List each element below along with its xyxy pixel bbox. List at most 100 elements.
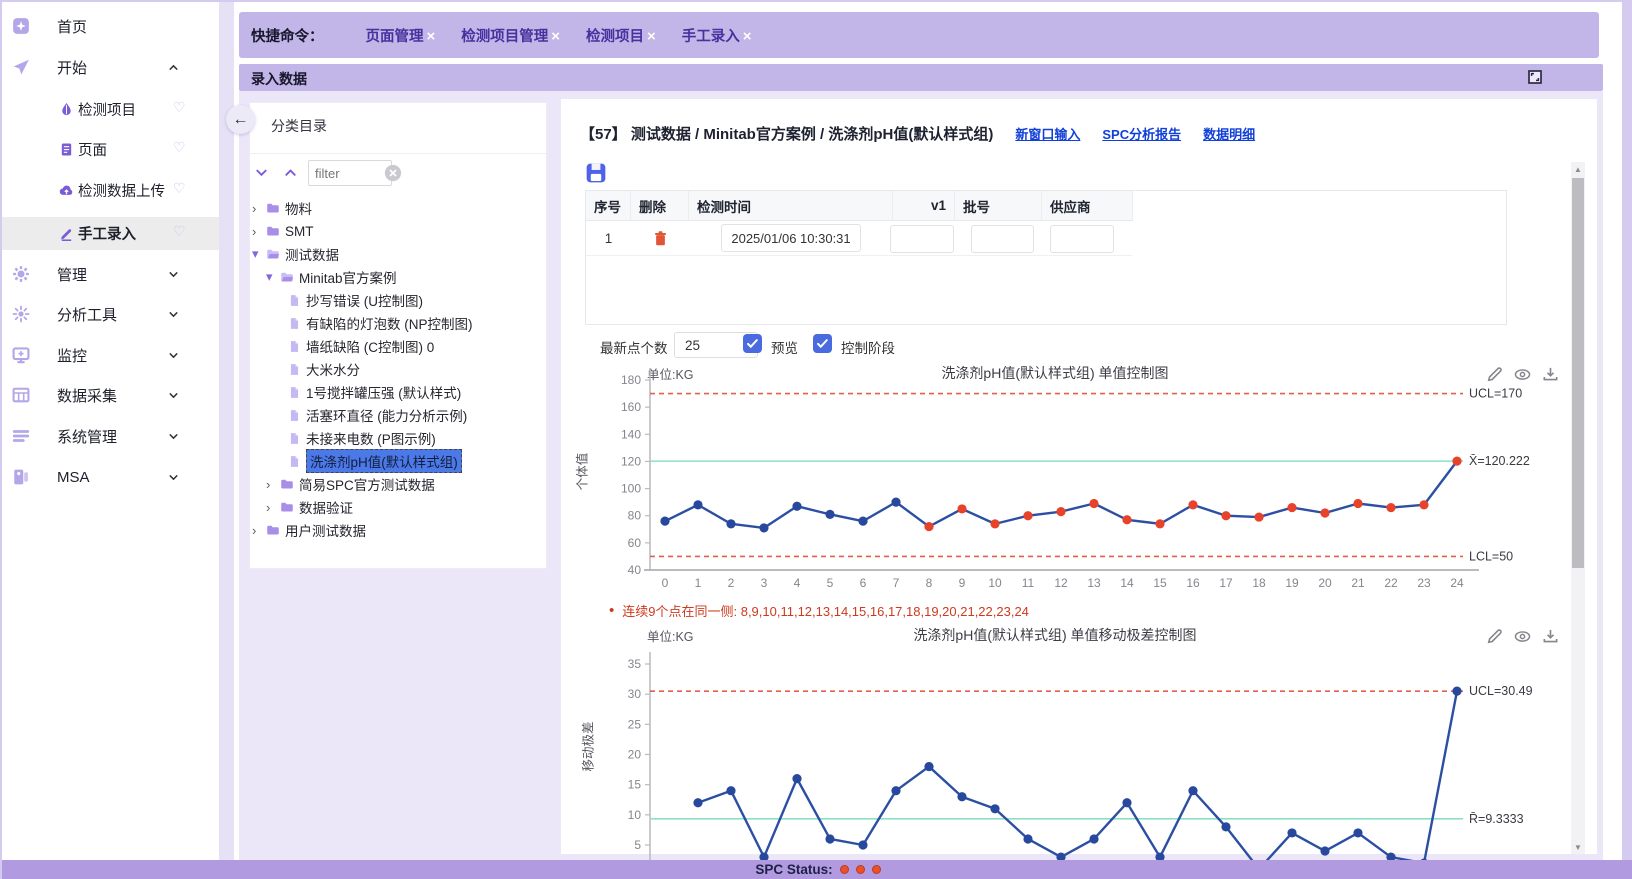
sidebar-item-6[interactable]: 手工录入♡ <box>2 217 219 250</box>
v1-input[interactable] <box>890 225 954 253</box>
tree-node-11[interactable]: 未接来电数 (P图示例) <box>249 427 436 449</box>
tree-node-10[interactable]: 活塞环直径 (能力分析示例) <box>249 404 467 426</box>
tree-node-13[interactable]: ›简易SPC官方测试数据 <box>249 473 435 495</box>
svg-text:20: 20 <box>628 748 642 762</box>
gear-icon <box>12 265 30 283</box>
tree-node-label: 大米水分 <box>306 359 360 379</box>
svg-text:20: 20 <box>1318 576 1332 590</box>
panel-title-bar: 录入数据 <box>239 64 1603 91</box>
caret-right-icon[interactable]: › <box>266 477 280 492</box>
caret-down-icon[interactable]: ▾ <box>266 269 280 285</box>
svg-text:4: 4 <box>794 576 801 590</box>
sidebar-item-12[interactable]: MSA <box>2 461 219 494</box>
svg-text:7: 7 <box>893 576 900 590</box>
close-tab-icon[interactable]: × <box>743 28 752 45</box>
tree-divider <box>250 153 546 154</box>
tree-node-5[interactable]: 抄写错误 (U控制图) <box>249 289 423 311</box>
svg-text:18: 18 <box>1252 576 1266 590</box>
quick-tab-1[interactable]: 页面管理× <box>366 25 436 46</box>
caret-down-icon[interactable]: ▾ <box>252 246 266 262</box>
preview-checkbox[interactable] <box>743 334 762 353</box>
collapse-tree-button[interactable]: ← <box>226 105 255 134</box>
folder-icon <box>280 500 294 514</box>
delete-row-icon[interactable] <box>652 230 669 247</box>
favorite-heart-icon[interactable]: ♡ <box>173 180 186 197</box>
vertical-scrollbar[interactable]: ▲ ▼ <box>1571 162 1585 854</box>
individuals-control-chart: 4060801001201401601800123456789101112131… <box>572 360 1532 600</box>
sidebar-item-1[interactable]: 首页 <box>2 10 219 43</box>
tree-filter-input[interactable] <box>308 160 392 186</box>
tree-node-4[interactable]: ▾ Minitab官方案例 <box>249 266 397 288</box>
latest-points-label: 最新点个数 <box>600 337 668 357</box>
favorite-heart-icon[interactable]: ♡ <box>173 223 186 240</box>
folder-icon <box>266 201 280 215</box>
download-chart-icon[interactable] <box>1542 366 1559 383</box>
tree-node-label: 用户测试数据 <box>285 520 366 540</box>
tree-node-label: 物料 <box>285 198 312 218</box>
scroll-down-arrow[interactable]: ▼ <box>1571 840 1585 854</box>
caret-right-icon[interactable]: › <box>252 201 266 216</box>
tree-node-8[interactable]: 大米水分 <box>249 358 360 380</box>
file-icon <box>288 409 301 422</box>
sidebar-item-10[interactable]: 数据采集 <box>2 379 219 412</box>
datetime-input[interactable] <box>721 224 861 252</box>
quick-tab-4[interactable]: 手工录入× <box>682 25 752 46</box>
svg-text:8: 8 <box>926 576 933 590</box>
close-tab-icon[interactable]: × <box>551 28 560 45</box>
monitor-icon <box>12 346 30 364</box>
scrollbar-thumb[interactable] <box>1572 178 1584 568</box>
scroll-up-arrow[interactable]: ▲ <box>1571 162 1585 176</box>
tree-node-7[interactable]: 墙纸缺陷 (C控制图) 0 <box>249 335 434 357</box>
quick-tab-3[interactable]: 检测项目× <box>586 25 656 46</box>
close-tab-icon[interactable]: × <box>647 28 656 45</box>
tree-node-3[interactable]: ▾ 测试数据 <box>249 243 339 265</box>
tree-node-15[interactable]: › 用户测试数据 <box>249 519 366 541</box>
caret-right-icon[interactable]: › <box>266 500 280 515</box>
tree-node-1[interactable]: › 物料 <box>249 197 312 219</box>
sidebar-item-9[interactable]: 监控 <box>2 339 219 372</box>
caret-right-icon[interactable]: › <box>252 224 266 239</box>
control-phase-checkbox[interactable] <box>813 334 832 353</box>
tree-node-14[interactable]: ›数据验证 <box>249 496 353 518</box>
supplier-input[interactable] <box>1050 225 1114 253</box>
clear-filter-icon[interactable] <box>384 164 402 182</box>
sidebar-item-2[interactable]: 开始 <box>2 51 219 84</box>
save-button[interactable] <box>585 162 607 184</box>
tree-node-label: Minitab官方案例 <box>299 267 397 287</box>
sidebar-item-7[interactable]: 管理 <box>2 258 219 291</box>
sidebar-item-label: 管理 <box>57 264 87 285</box>
chevron-down-icon <box>167 308 180 321</box>
sidebar-item-4[interactable]: 页面♡ <box>2 133 219 166</box>
sidebar-item-label: 开始 <box>57 57 87 78</box>
svg-text:19: 19 <box>1285 576 1299 590</box>
moving-range-control-chart: 5101520253035UCL=30.492R̄=9.3333 <box>572 622 1532 860</box>
quick-tab-2[interactable]: 检测项目管理× <box>461 25 560 46</box>
folder-icon <box>266 523 280 537</box>
sidebar-item-5[interactable]: 检测数据上传♡ <box>2 174 219 207</box>
tree-node-2[interactable]: ›SMT <box>249 220 314 242</box>
maximize-icon[interactable] <box>1527 69 1543 85</box>
download-chart-icon[interactable] <box>1542 628 1559 645</box>
tree-node-6[interactable]: 有缺陷的灯泡数 (NP控制图) <box>249 312 473 334</box>
favorite-heart-icon[interactable]: ♡ <box>173 139 186 156</box>
batch-input[interactable] <box>971 225 1034 253</box>
spc-report-link[interactable]: SPC分析报告 <box>1102 124 1181 143</box>
sidebar-item-8[interactable]: 分析工具 <box>2 298 219 331</box>
tree-node-label: 测试数据 <box>285 244 339 264</box>
data-detail-link[interactable]: 数据明细 <box>1203 124 1255 143</box>
svg-text:22: 22 <box>1384 576 1398 590</box>
quick-command-label: 快捷命令： <box>251 25 324 46</box>
collapse-all-icon[interactable] <box>283 165 298 180</box>
expand-all-icon[interactable] <box>254 165 269 180</box>
sidebar-item-11[interactable]: 系统管理 <box>2 420 219 453</box>
tree-node-9[interactable]: 1号搅拌罐压强 (默认样式) <box>249 381 461 403</box>
close-tab-icon[interactable]: × <box>427 28 436 45</box>
caret-right-icon[interactable]: › <box>252 523 266 538</box>
table-header-row: 序号删除检测时间v1批号供应商 <box>586 191 1133 221</box>
new-window-input-link[interactable]: 新窗口输入 <box>1015 124 1080 143</box>
svg-text:2: 2 <box>728 576 735 590</box>
favorite-heart-icon[interactable]: ♡ <box>173 99 186 116</box>
svg-text:16: 16 <box>1186 576 1200 590</box>
sidebar-item-3[interactable]: 检测项目♡ <box>2 93 219 126</box>
tree-node-12[interactable]: 洗涤剂pH值(默认样式组) <box>249 450 462 472</box>
